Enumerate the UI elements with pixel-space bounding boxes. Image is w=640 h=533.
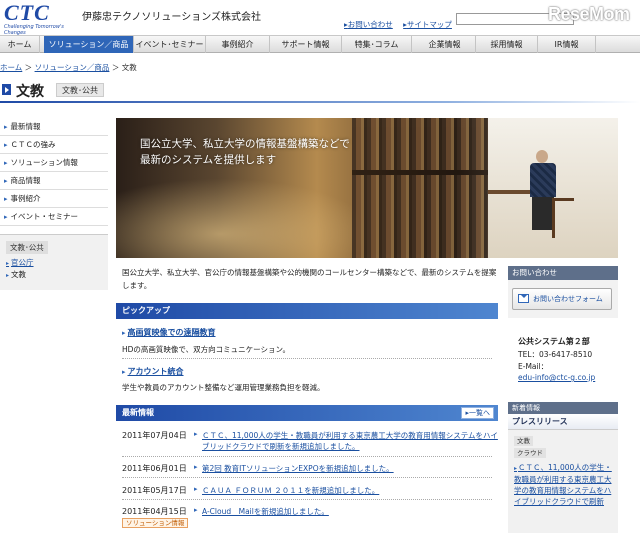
hero-light bbox=[116, 178, 376, 258]
contact-email-label: E-Mail： bbox=[518, 362, 549, 371]
header-links: ▸お問い合わせ ▸サイトマップ bbox=[344, 19, 460, 30]
pickup-item: 高画質映像での遠隔教育 bbox=[122, 327, 216, 338]
nav-home[interactable]: ホーム bbox=[0, 36, 40, 53]
breadcrumb: ホーム ＞ ソリューション／商品 ＞ 文教 bbox=[0, 62, 137, 73]
mail-icon bbox=[518, 294, 529, 303]
divider bbox=[122, 499, 492, 500]
nav-events[interactable]: イベント･セミナー bbox=[134, 36, 206, 53]
ctc-logo[interactable]: CTC Challenging Tomorrow's Changes bbox=[4, 0, 78, 37]
company-name: 伊藤忠テクノソリューションズ株式会社 bbox=[82, 12, 261, 23]
page-category-tab: 文教･公共 bbox=[56, 83, 104, 97]
press-release-link[interactable]: ＣＴＣ、11,000人の学生・教職員が利用する東京農工大学の教育用情報システムを… bbox=[514, 462, 616, 507]
arrow-icon: ▸ bbox=[194, 430, 198, 438]
subnav-header: 文教･公共 bbox=[6, 241, 48, 254]
sidebar-item-events[interactable]: イベント・セミナー bbox=[0, 208, 108, 226]
resemom-watermark: ReseMom bbox=[548, 4, 630, 24]
hero-line-1: 国公立大学、私立大学の情報基盤構築などで bbox=[140, 138, 350, 150]
pickup-link-remote-education[interactable]: 高画質映像での遠隔教育 bbox=[128, 328, 216, 337]
pickup-desc: HDの高画質映像で、双方向コミュニケーション。 bbox=[122, 345, 291, 354]
divider bbox=[122, 358, 492, 359]
nav-features[interactable]: 特集･コラム bbox=[342, 36, 412, 53]
breadcrumb-current: 文教 bbox=[121, 63, 137, 72]
news-date: 2011年05月17日 bbox=[122, 486, 187, 495]
news-title: 最新情報 bbox=[122, 408, 154, 417]
left-sidebar: 最新情報 ＣＴＣの強み ソリューション情報 商品情報 事例紹介 イベント・セミナ… bbox=[0, 118, 108, 226]
logo-wordmark: CTC bbox=[4, 0, 50, 25]
hero-banner: 国公立大学、私立大学の情報基盤構築などで 最新のシステムを提供します bbox=[116, 118, 618, 258]
divider bbox=[122, 456, 492, 457]
contact-link[interactable]: ▸お問い合わせ bbox=[344, 20, 393, 29]
hero-bookshelf bbox=[352, 118, 498, 258]
page-title: 文教 bbox=[16, 84, 44, 100]
subnav-education: 文教 bbox=[6, 269, 26, 280]
sidebar-item-products[interactable]: 商品情報 bbox=[0, 172, 108, 190]
hero-chair bbox=[552, 198, 574, 238]
news-date: 2011年04月15日 bbox=[122, 507, 187, 516]
breadcrumb-solutions[interactable]: ソリューション／商品 bbox=[35, 63, 110, 72]
page-title-bar: 文教 文教･公共 bbox=[0, 80, 640, 103]
lead-text: 国公立大学、私立大学、官公庁の情報基盤構築や公的機関のコールセンター構築などで、… bbox=[122, 268, 497, 290]
sidebar-item-solutions[interactable]: ソリューション情報 bbox=[0, 154, 108, 172]
contact-tel: TEL：03-6417-8510 bbox=[518, 350, 593, 359]
arrow-icon: ▸ bbox=[194, 485, 198, 493]
contact-header: お問い合わせ bbox=[508, 266, 618, 280]
news-date: 2011年06月01日 bbox=[122, 464, 187, 473]
breadcrumb-home[interactable]: ホーム bbox=[0, 63, 22, 72]
sidebar-item-news[interactable]: 最新情報 bbox=[0, 118, 108, 136]
arrow-icon: ▸ bbox=[194, 506, 198, 514]
arrow-icon: ▸ bbox=[194, 463, 198, 471]
title-rule bbox=[0, 101, 640, 103]
news-link[interactable]: ＣＴＣ、11,000人の学生・教職員が利用する東京農工大学の教育用情報システムを… bbox=[202, 430, 498, 452]
nav-solutions[interactable]: ソリューション／商品 bbox=[44, 36, 134, 53]
pickup-desc: 学生や教員のアカウント整備など運用管理業務負担を軽減。 bbox=[122, 383, 325, 392]
sitemap-link[interactable]: ▸サイトマップ bbox=[403, 20, 452, 29]
subnav-government[interactable]: 官公庁 bbox=[6, 257, 34, 268]
news-category-badge: ソリューション情報 bbox=[122, 518, 189, 528]
hero-line-2: 最新のシステムを提供します bbox=[140, 154, 277, 166]
site-header: CTC Challenging Tomorrow's Changes 伊藤忠テク… bbox=[0, 0, 640, 36]
title-marker-icon bbox=[2, 84, 11, 95]
category-chip-cloud: クラウド bbox=[514, 448, 546, 458]
tab-press-release[interactable]: プレスリリース bbox=[508, 414, 618, 430]
category-chip-education: 文教 bbox=[514, 436, 533, 446]
sidebar-item-strengths[interactable]: ＣＴＣの強み bbox=[0, 136, 108, 154]
divider bbox=[122, 477, 492, 478]
global-nav: ホーム ソリューション／商品 イベント･セミナー 事例紹介 サポート情報 特集･… bbox=[0, 35, 640, 53]
sidebar-subnav: 文教･公共 官公庁 文教 bbox=[0, 234, 108, 290]
sidebar-item-cases[interactable]: 事例紹介 bbox=[0, 190, 108, 208]
news-link[interactable]: 第2回 教育ITソリューションEXPOを新規追加しました。 bbox=[202, 463, 498, 474]
news-link[interactable]: A-Cloud Mailを新規追加しました。 bbox=[202, 506, 498, 517]
breadcrumb-sep: ＞ bbox=[24, 63, 35, 72]
news-link[interactable]: ＣＡＵＡ ＦＯＲＵＭ ２０１１を新規追加しました。 bbox=[202, 485, 498, 496]
news-date: 2011年07月04日 bbox=[122, 431, 187, 440]
pickup-item: アカウント統合 bbox=[122, 366, 184, 377]
news-row: 2011年07月04日 ▸ ＣＴＣ、11,000人の学生・教職員が利用する東京農… bbox=[122, 430, 498, 454]
contact-email-link[interactable]: edu-info@ctc-g.co.jp bbox=[518, 373, 595, 382]
news-all-button[interactable]: ▸一覧へ bbox=[461, 407, 494, 419]
contact-dept: 公共システム第２部 bbox=[518, 337, 590, 346]
nav-company[interactable]: 企業情報 bbox=[414, 36, 476, 53]
nav-ir[interactable]: IR情報 bbox=[538, 36, 596, 53]
pickup-header: ピックアップ bbox=[116, 303, 498, 319]
nav-recruit[interactable]: 採用情報 bbox=[476, 36, 538, 53]
news-header: 最新情報 ▸一覧へ bbox=[116, 405, 498, 421]
hero-copy: 国公立大学、私立大学の情報基盤構築などで 最新のシステムを提供します bbox=[140, 136, 350, 168]
breadcrumb-sep: ＞ bbox=[111, 63, 122, 72]
nav-support[interactable]: サポート情報 bbox=[270, 36, 342, 53]
nav-cases[interactable]: 事例紹介 bbox=[206, 36, 270, 53]
pickup-link-account-integration[interactable]: アカウント統合 bbox=[128, 367, 184, 376]
new-arrivals-header: 新着情報 bbox=[508, 402, 618, 414]
